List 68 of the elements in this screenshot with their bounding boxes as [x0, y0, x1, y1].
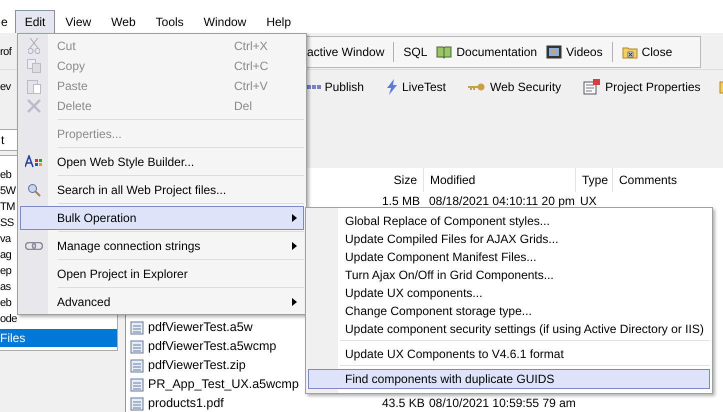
- toolbar-item[interactable]: ev: [0, 81, 11, 93]
- file-icon: [130, 358, 144, 372]
- folder-icon: [622, 45, 638, 59]
- search-icon: [27, 183, 41, 197]
- toolbar-item[interactable]: rof: [0, 46, 17, 58]
- properties-icon: [583, 79, 602, 95]
- toolbar-button[interactable]: Close: [622, 45, 672, 59]
- lightning-icon: [386, 79, 398, 95]
- menu-item[interactable]: Tools: [146, 10, 194, 33]
- menu-item[interactable]: Bulk Operation: [20, 206, 304, 230]
- menu-item[interactable]: e: [0, 10, 15, 33]
- toolbar-button[interactable]: active Window: [307, 45, 384, 59]
- book-icon: [436, 45, 452, 59]
- menu-item[interactable]: Open Project in Explorer: [20, 264, 304, 284]
- menu-item[interactable]: Change Component storage type...: [308, 301, 710, 319]
- key-icon: [468, 83, 486, 91]
- menu-item[interactable]: Update UX components...: [308, 283, 710, 301]
- file-name[interactable]: pdfViewerTest.a5wcmp: [148, 337, 276, 356]
- menu-item[interactable]: Update Component Manifest Files...: [308, 247, 710, 265]
- file-name[interactable]: products1.pdf: [148, 394, 224, 412]
- file-icon: [130, 320, 144, 334]
- menu-item[interactable]: Web: [101, 10, 146, 33]
- file-icon: [130, 378, 144, 392]
- delete-icon: [27, 99, 41, 113]
- menu-item[interactable]: Turn Ajax On/Off in Grid Components...: [308, 265, 710, 283]
- menu-item[interactable]: Help: [256, 10, 302, 33]
- toolbar-button[interactable]: Web Security: [468, 80, 562, 94]
- menu-item[interactable]: Window: [194, 10, 256, 33]
- file-icon: [130, 396, 144, 410]
- toolbar-button[interactable]: Documentation: [436, 45, 538, 59]
- scissors-icon: [28, 38, 40, 54]
- file-date: 08/10/2021 10:59:55 79 am: [429, 396, 576, 410]
- clipboard-icon: [27, 78, 41, 94]
- file-name[interactable]: pdfViewerTest.a5w: [148, 318, 253, 337]
- column-header[interactable]: Size: [376, 168, 423, 192]
- column-header[interactable]: Modified: [423, 168, 575, 192]
- tree-item[interactable]: ode: [0, 311, 117, 327]
- film-icon: [546, 45, 562, 59]
- menu-item[interactable]: Find components with duplicate GUIDS: [308, 369, 710, 389]
- column-header[interactable]: Type: [575, 168, 612, 192]
- toolbar-button[interactable]: Project Properties: [583, 79, 701, 95]
- file-date: 08/18/2021 04:10:11 20 pm: [429, 194, 575, 208]
- dots-icon: [306, 85, 321, 89]
- menu-item[interactable]: Manage connection strings: [20, 236, 304, 256]
- column-header[interactable]: Comments: [612, 168, 684, 192]
- file-size: 43.5 KB: [382, 396, 425, 410]
- menu-item[interactable]: Advanced: [20, 292, 304, 312]
- menu-item[interactable]: View: [55, 10, 102, 33]
- menu-item[interactable]: Update Compiled Files for AJAX Grids...: [308, 229, 710, 247]
- file-type: UX: [580, 194, 597, 208]
- file-size: 1.5 MB: [382, 194, 420, 208]
- menu-item[interactable]: Open Web Style Builder...: [20, 152, 304, 172]
- menu-item[interactable]: Update component security settings (if using Active Directory or IIS): [308, 319, 710, 337]
- file-name[interactable]: PR_App_Test_UX.a5wcmp: [148, 375, 299, 394]
- toolbar-button[interactable]: Videos: [546, 45, 603, 59]
- text-style-icon: [25, 155, 43, 169]
- menu-item[interactable]: Search in all Web Project files...: [20, 180, 304, 200]
- toolbar-button[interactable]: Publish: [306, 80, 364, 94]
- menu-item[interactable]: Update UX Components to V4.6.1 format: [308, 344, 710, 362]
- tree-item[interactable]: Files: [0, 329, 117, 347]
- toolbar-button[interactable]: SQL: [403, 45, 428, 59]
- menu-item[interactable]: Global Replace of Component styles...: [308, 211, 710, 229]
- copy-icon: [27, 59, 41, 73]
- file-icon: [130, 340, 144, 354]
- toolbar-button[interactable]: LiveTest: [386, 79, 446, 95]
- file-name[interactable]: pdfViewerTest.zip: [148, 356, 246, 375]
- menu-item[interactable]: Edit: [14, 10, 56, 33]
- chain-link-icon: [25, 242, 43, 250]
